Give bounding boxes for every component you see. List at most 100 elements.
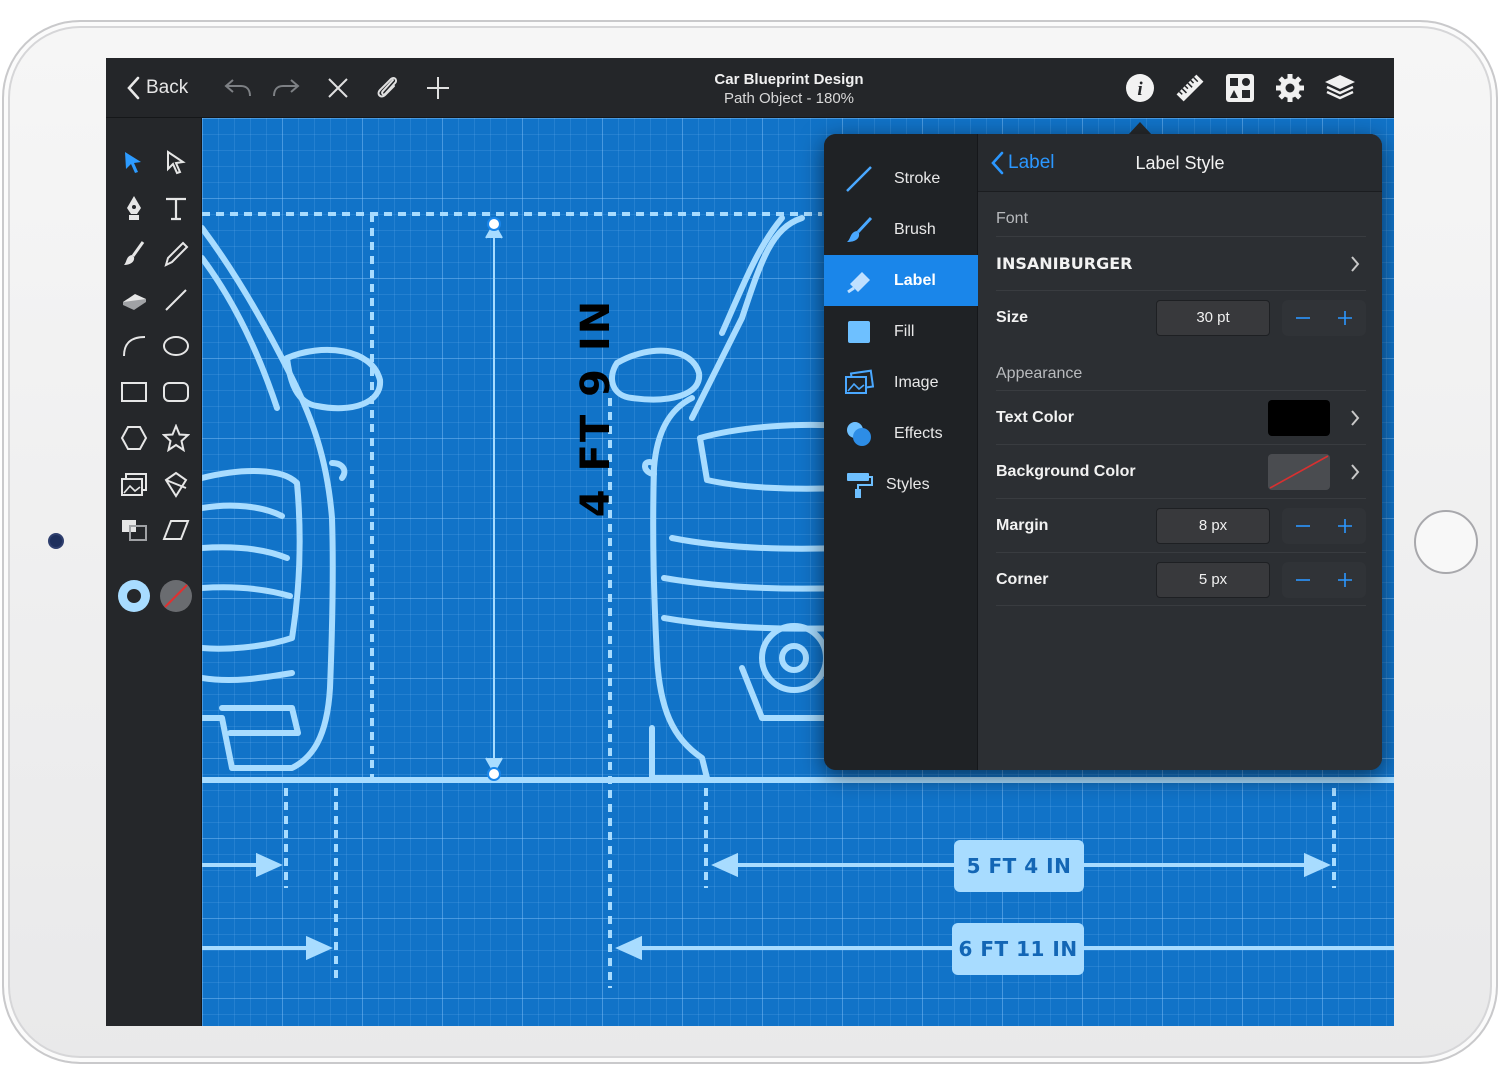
arc-tool[interactable] — [116, 328, 152, 364]
ellipse-tool[interactable] — [158, 328, 194, 364]
panel-back-label: Label — [1008, 152, 1055, 173]
panel-header: Label Label Style — [978, 134, 1382, 192]
corner-increment-button[interactable] — [1324, 562, 1366, 598]
document-title-area[interactable]: Car Blueprint Design Path Object - 180% — [646, 70, 932, 108]
pencil-tool[interactable] — [158, 236, 194, 272]
inspector-popover: Stroke Brush Label Fill Image Effects St… — [824, 134, 1382, 770]
top-toolbar: Back Car Blueprint Design Path Object - … — [106, 58, 1394, 118]
transform-tool[interactable] — [158, 466, 194, 502]
back-button[interactable]: Back — [126, 58, 188, 118]
dimension-label-length[interactable]: 6 FT 11 IN — [952, 923, 1084, 975]
minus-icon — [1296, 317, 1310, 319]
vertical-dimension-label[interactable]: 4 FT 9 IN — [573, 258, 619, 558]
dimension-label-width[interactable]: 5 FT 4 IN — [954, 840, 1084, 892]
image-stack-icon — [121, 473, 147, 496]
arrange-tool[interactable] — [116, 512, 152, 548]
info-icon: i — [1126, 74, 1154, 102]
corner-decrement-button[interactable] — [1282, 562, 1324, 598]
size-field[interactable]: 30 pt — [1156, 300, 1270, 336]
category-brush[interactable]: Brush — [824, 204, 978, 255]
brush-icon — [847, 216, 873, 242]
text-color-swatch[interactable] — [1268, 400, 1330, 436]
ruler-icon — [1176, 74, 1204, 102]
settings-button[interactable] — [1270, 58, 1310, 118]
front-camera — [48, 533, 64, 549]
size-decrement-button[interactable] — [1282, 300, 1324, 336]
category-label: Effects — [894, 424, 943, 442]
stroke-swatch[interactable] — [116, 578, 152, 614]
redo-button[interactable] — [268, 58, 304, 118]
rounded-rectangle-icon — [163, 382, 189, 402]
label-style-panel: Label Label Style Font INSANIBURGER Size… — [978, 134, 1382, 770]
pen-tool[interactable] — [116, 190, 152, 226]
corner-label: Corner — [996, 571, 1049, 588]
skew-tool[interactable] — [158, 512, 194, 548]
category-fill[interactable]: Fill — [824, 306, 978, 357]
shapes-library-button[interactable] — [1220, 58, 1260, 118]
arrange-layers-icon — [122, 520, 147, 541]
close-icon — [328, 78, 348, 98]
styles-icon — [847, 473, 873, 498]
add-button[interactable] — [420, 58, 456, 118]
corner-stepper — [1282, 562, 1366, 598]
rectangle-tool[interactable] — [116, 374, 152, 410]
no-fill-icon — [160, 580, 192, 612]
margin-increment-button[interactable] — [1324, 508, 1366, 544]
paperclip-icon — [377, 76, 398, 98]
selection-tool[interactable] — [116, 144, 152, 180]
category-effects[interactable]: Effects — [824, 408, 978, 459]
layers-button[interactable] — [1320, 58, 1360, 118]
text-tool[interactable] — [158, 190, 194, 226]
category-label: Brush — [894, 220, 936, 238]
undo-icon — [224, 79, 251, 97]
plus-icon — [427, 77, 449, 99]
chevron-left-icon — [991, 151, 1004, 175]
appearance-section-header: Appearance — [996, 365, 1083, 382]
redo-icon — [273, 79, 300, 97]
line-tool[interactable] — [158, 282, 194, 318]
category-styles[interactable]: Styles — [824, 459, 978, 510]
attach-button[interactable] — [370, 58, 406, 118]
background-color-label: Background Color — [996, 463, 1136, 480]
category-label-active[interactable]: Label — [824, 255, 978, 306]
gear-icon — [1276, 74, 1304, 102]
category-stroke[interactable]: Stroke — [824, 153, 978, 204]
brush-tool[interactable] — [116, 236, 152, 272]
font-row[interactable]: INSANIBURGER — [996, 236, 1366, 290]
stroke-color-icon — [118, 580, 150, 612]
info-button[interactable]: i — [1120, 58, 1160, 118]
image-tool[interactable] — [116, 466, 152, 502]
background-color-row[interactable]: Background Color — [996, 444, 1366, 498]
delete-button[interactable] — [320, 58, 356, 118]
home-button[interactable] — [1414, 510, 1478, 574]
margin-decrement-button[interactable] — [1282, 508, 1324, 544]
effects-icon — [847, 422, 871, 446]
star-tool[interactable] — [158, 420, 194, 456]
polygon-tool[interactable] — [116, 420, 152, 456]
undo-button[interactable] — [220, 58, 256, 118]
panel-back-button[interactable]: Label — [990, 134, 1055, 192]
ruler-button[interactable] — [1170, 58, 1210, 118]
category-image[interactable]: Image — [824, 357, 978, 408]
transform-icon — [164, 471, 188, 498]
minus-icon — [1296, 525, 1310, 527]
tool-sidebar — [106, 118, 202, 1026]
back-label: Back — [146, 77, 189, 98]
ellipse-icon — [163, 336, 189, 356]
fill-swatch[interactable] — [158, 578, 194, 614]
arc-icon — [123, 336, 146, 357]
font-name: INSANIBURGER — [996, 254, 1133, 273]
direct-selection-tool[interactable] — [158, 144, 194, 180]
size-increment-button[interactable] — [1324, 300, 1366, 336]
size-label: Size — [996, 309, 1029, 326]
document-subtitle: Path Object - 180% — [723, 90, 855, 107]
stroke-icon — [846, 166, 872, 192]
corner-field[interactable]: 5 px — [1156, 562, 1270, 598]
document-title: Car Blueprint Design — [714, 71, 864, 88]
eraser-tool[interactable] — [116, 282, 152, 318]
inspector-category-list: Stroke Brush Label Fill Image Effects St… — [824, 134, 978, 770]
background-color-swatch[interactable] — [1268, 454, 1330, 490]
rounded-rectangle-tool[interactable] — [158, 374, 194, 410]
margin-field[interactable]: 8 px — [1156, 508, 1270, 544]
text-color-row[interactable]: Text Color — [996, 390, 1366, 444]
